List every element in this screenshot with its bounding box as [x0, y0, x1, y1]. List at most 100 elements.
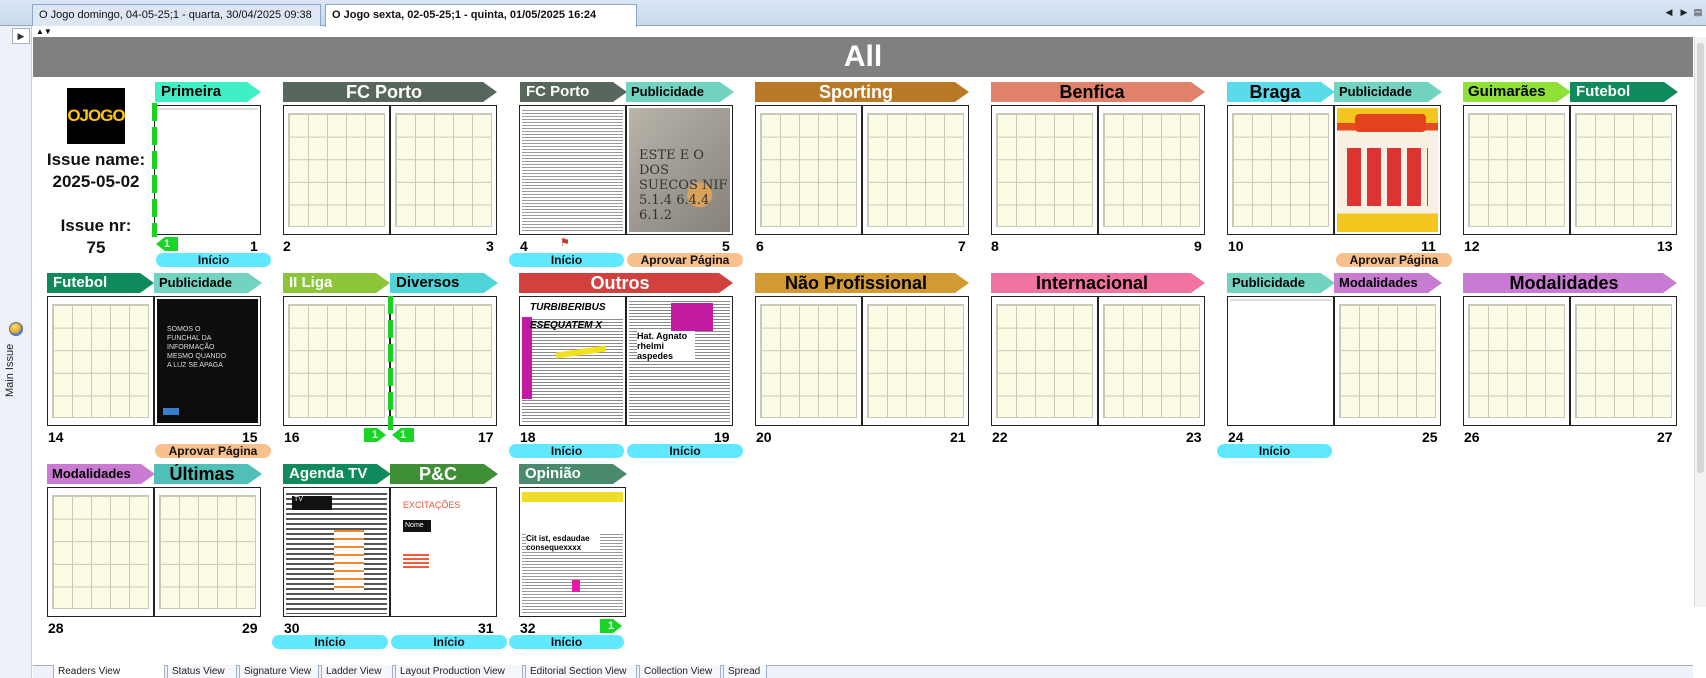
main-issue-label[interactable]: Main Issue	[4, 344, 16, 434]
page-7[interactable]	[862, 105, 969, 235]
tab-spread[interactable]: Spread	[723, 665, 767, 678]
status-inicio[interactable]: Início	[1217, 444, 1332, 458]
page-20[interactable]	[755, 296, 862, 426]
page-32[interactable]: Cit ist, esdaudae consequexxxx	[519, 487, 626, 617]
scrollbar-thumb[interactable]	[1697, 43, 1704, 473]
page-12[interactable]	[1463, 105, 1570, 235]
status-inicio[interactable]: Início	[627, 444, 743, 458]
section-internacional[interactable]: Internacional	[991, 273, 1205, 293]
document-tab-0205[interactable]: O Jogo sexta, 02-05-25;1 - quinta, 01/05…	[325, 4, 637, 27]
page-18[interactable]: TURBIBERIBUS ESEQUATEM X	[519, 296, 626, 426]
tab-collection-view[interactable]: Collection View	[639, 665, 721, 678]
lock-count-badge[interactable]: 1	[156, 237, 178, 251]
tab-editorial-section-view[interactable]: Editorial Section View	[525, 665, 637, 678]
status-inicio[interactable]: Início	[509, 444, 624, 458]
section-guimaraes[interactable]: Guimarães	[1463, 82, 1571, 102]
page-4[interactable]	[519, 105, 626, 235]
page-29[interactable]	[154, 487, 261, 617]
section-benfica[interactable]: Benfica	[991, 82, 1205, 102]
page-19[interactable]: Hat. Agnato rhelmi aspedes	[626, 296, 733, 426]
status-aprovar-pagina[interactable]: Aprovar Página	[155, 444, 271, 458]
tab-scroll-right-icon[interactable]: ▶	[1679, 6, 1689, 18]
section-braga[interactable]: Braga	[1227, 82, 1335, 102]
page-3[interactable]	[390, 105, 497, 235]
page-28[interactable]	[47, 487, 154, 617]
section-modalidades-26[interactable]: Modalidades	[1463, 273, 1677, 293]
section-primeira[interactable]: Primeira	[155, 82, 261, 102]
page-5[interactable]: ESTE E O DOS SUECOS NIF 5.1.4 6.4.4 6.1.…	[626, 105, 733, 235]
page-2[interactable]	[283, 105, 390, 235]
tab-status-view[interactable]: Status View	[167, 665, 237, 678]
section-outros[interactable]: Outros	[519, 273, 733, 293]
section-label: FC Porto	[526, 83, 590, 100]
page-10[interactable]	[1227, 105, 1334, 235]
flag-icon[interactable]: ⚑	[560, 236, 572, 250]
section-ii-liga[interactable]: II Liga	[283, 273, 390, 293]
page-30[interactable]: TV	[283, 487, 390, 617]
page-grid	[1468, 113, 1565, 227]
status-inicio[interactable]: Início	[509, 635, 624, 649]
page-17[interactable]	[390, 296, 497, 426]
page-number: 19	[714, 429, 730, 445]
thumbnail-blank	[522, 504, 623, 534]
status-inicio[interactable]: Início	[156, 253, 271, 267]
expand-panel-icon[interactable]: ▶	[12, 28, 30, 44]
page-21[interactable]	[862, 296, 969, 426]
page-16[interactable]	[283, 296, 390, 426]
page-6[interactable]	[755, 105, 862, 235]
lock-count-badge[interactable]: 1	[600, 619, 622, 633]
status-inicio[interactable]: Início	[391, 635, 507, 649]
tab-ladder-view[interactable]: Ladder View	[321, 665, 393, 678]
page-25[interactable]	[1334, 296, 1441, 426]
page-31[interactable]: EXCITAÇÕES Nome da semana	[390, 487, 497, 617]
section-opiniao[interactable]: Opinião	[519, 464, 627, 484]
page-number: 13	[1657, 238, 1673, 254]
main-issue-icon[interactable]	[9, 322, 23, 336]
section-modalidades-28[interactable]: Modalidades	[47, 464, 155, 484]
section-publicidade-5[interactable]: Publicidade	[626, 82, 734, 102]
page-24[interactable]	[1227, 296, 1334, 426]
page-number: 27	[1657, 429, 1673, 445]
section-publicidade-15[interactable]: Publicidade	[154, 273, 262, 293]
page-9[interactable]	[1098, 105, 1205, 235]
page-15[interactable]: SOMOS O FUNCHAL DA INFORMAÇÃO MESMO QUAN…	[154, 296, 261, 426]
page-23[interactable]	[1098, 296, 1205, 426]
page-13[interactable]	[1570, 105, 1677, 235]
section-modalidades-25[interactable]: Modalidades	[1334, 273, 1442, 293]
tab-scroll-left-icon[interactable]: ◀	[1664, 6, 1674, 18]
page-number: 6	[756, 238, 764, 254]
page-14[interactable]	[47, 296, 154, 426]
section-publicidade-11[interactable]: Publicidade	[1334, 82, 1442, 102]
vertical-scrollbar[interactable]	[1694, 37, 1706, 607]
page-22[interactable]	[991, 296, 1098, 426]
section-futebol-13[interactable]: Futebol	[1570, 82, 1678, 102]
section-publicidade-24[interactable]: Publicidade	[1227, 273, 1335, 293]
page-number: 15	[242, 429, 258, 445]
collapse-arrows-icon[interactable]: ▲▼	[36, 27, 60, 37]
status-aprovar-pagina[interactable]: Aprovar Página	[1336, 253, 1452, 267]
section-nao-profissional[interactable]: Não Profissional	[755, 273, 969, 293]
tab-readers-view[interactable]: Readers View	[53, 665, 165, 678]
status-aprovar-pagina[interactable]: Aprovar Página	[627, 253, 743, 267]
page-27[interactable]	[1570, 296, 1677, 426]
section-agenda-tv[interactable]: Agenda TV	[283, 464, 391, 484]
section-diversos[interactable]: Diversos	[390, 273, 498, 293]
page-26[interactable]	[1463, 296, 1570, 426]
section-sporting[interactable]: Sporting	[755, 82, 969, 102]
status-inicio[interactable]: Início	[272, 635, 388, 649]
lock-count-badge[interactable]: 1	[392, 428, 414, 442]
page-11[interactable]	[1334, 105, 1441, 235]
section-ultimas[interactable]: Últimas	[154, 464, 262, 484]
lock-count-badge[interactable]: 1	[364, 428, 386, 442]
status-inicio[interactable]: Início	[509, 253, 624, 267]
page-1[interactable]	[154, 105, 261, 235]
section-p-and-c[interactable]: P&C	[390, 464, 498, 484]
section-fc-porto-2-3[interactable]: FC Porto	[283, 82, 497, 102]
section-fc-porto-4[interactable]: FC Porto	[520, 82, 627, 102]
tab-signature-view[interactable]: Signature View	[239, 665, 319, 678]
page-8[interactable]	[991, 105, 1098, 235]
section-futebol-14[interactable]: Futebol	[47, 273, 154, 293]
tab-list-icon[interactable]: ▤	[1693, 6, 1703, 18]
document-tab-0504[interactable]: O Jogo domingo, 04-05-25;1 - quarta, 30/…	[32, 4, 321, 26]
tab-layout-production-view[interactable]: Layout Production View	[395, 665, 523, 678]
